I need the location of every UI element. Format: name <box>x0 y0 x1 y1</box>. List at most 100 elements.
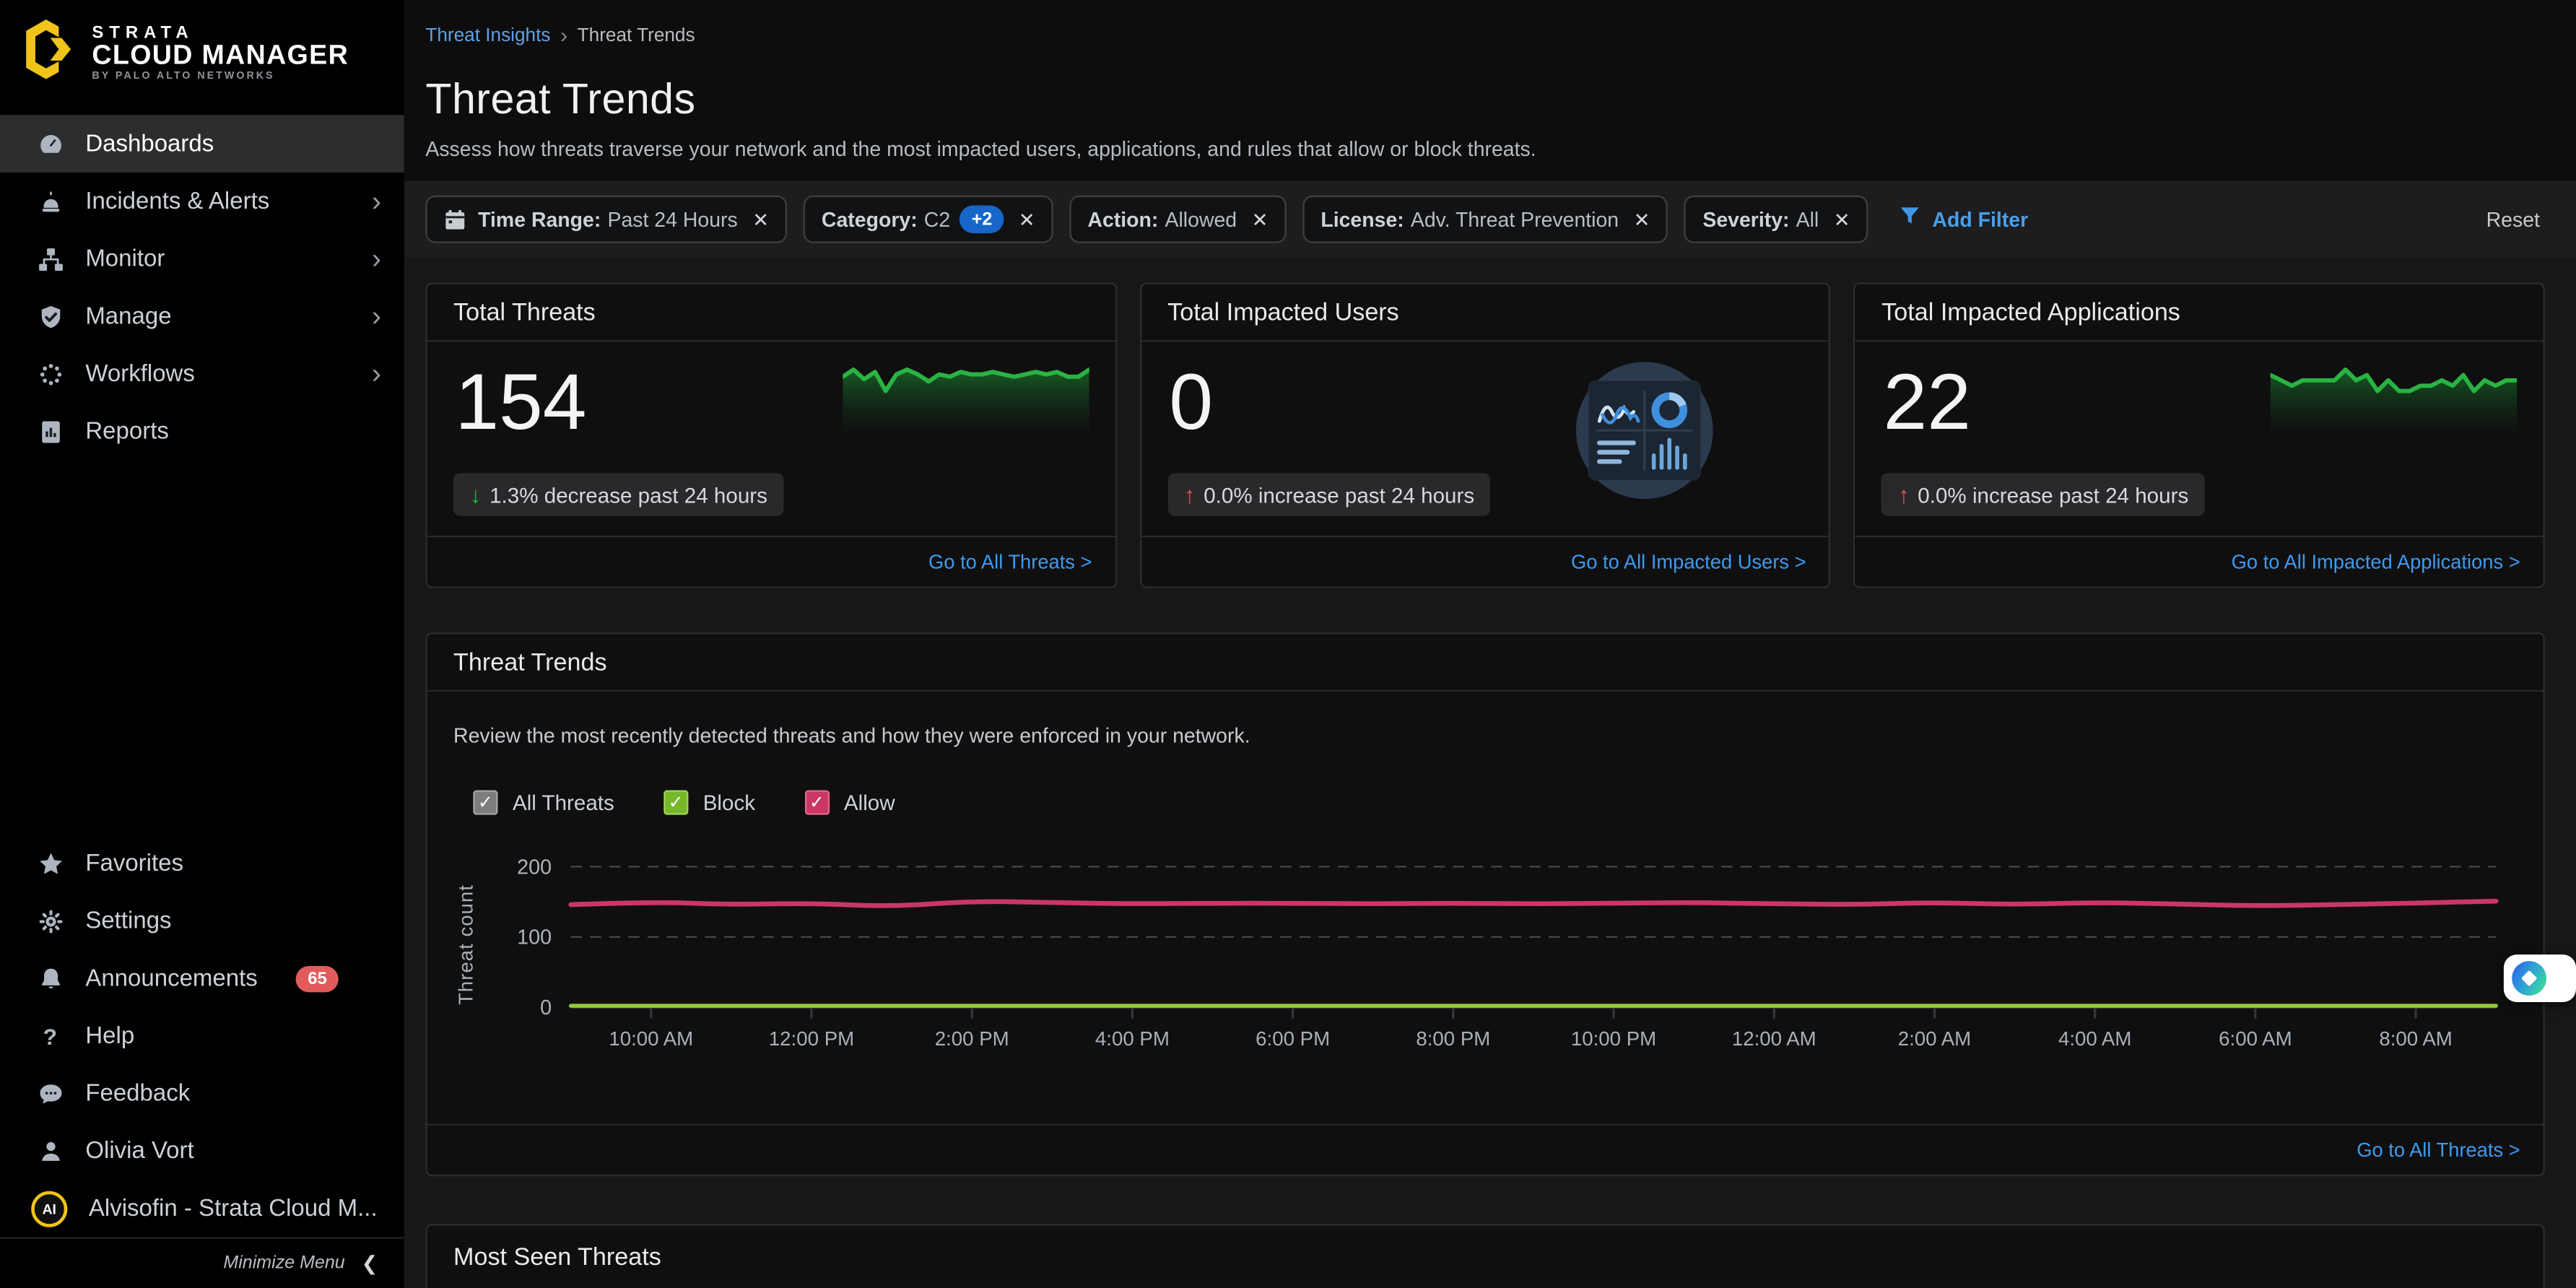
filter-chip-time-range[interactable]: Time Range: Past 24 Hours <box>425 196 787 243</box>
sidebar-item-settings[interactable]: Settings <box>0 892 404 950</box>
legend-label: Block <box>703 791 755 815</box>
legend-block-checkbox[interactable]: Block <box>663 791 755 815</box>
sidebar-item-label: Incidents & Alerts <box>85 188 362 214</box>
sidebar-item-favorites[interactable]: Favorites <box>0 835 404 892</box>
svg-text:6:00 PM: 6:00 PM <box>1256 1027 1330 1050</box>
svg-text:10:00 PM: 10:00 PM <box>1571 1027 1656 1050</box>
filter-label: License: <box>1320 208 1404 231</box>
total-impacted-users-card: Total Impacted Users 0 <box>1139 282 1830 588</box>
svg-text:12:00 PM: 12:00 PM <box>769 1027 854 1050</box>
sidebar-item-workflows[interactable]: Workflows <box>0 345 404 403</box>
sidebar-item-incidents-alerts[interactable]: Incidents & Alerts <box>0 173 404 230</box>
threats-sparkline-chart <box>843 358 1089 443</box>
minimize-menu-button[interactable]: Minimize Menu <box>0 1237 404 1288</box>
sidebar-nav: Dashboards Incidents & Alerts Monitor Ma… <box>0 115 404 460</box>
svg-text:0: 0 <box>540 996 552 1019</box>
copilot-launcher-button[interactable] <box>2504 954 2576 1002</box>
sidebar-spacer <box>0 460 404 824</box>
kpi-value: 154 <box>455 358 586 448</box>
card-body: 22 ↑ 0.0% increase past 24 hours <box>1855 341 2544 536</box>
close-icon[interactable] <box>1634 208 1650 231</box>
legend-allow-checkbox[interactable]: Allow <box>804 791 895 815</box>
svg-text:200: 200 <box>517 856 552 879</box>
arrow-up-icon: ↑ <box>1898 482 1910 508</box>
go-to-all-impacted-users-link[interactable]: Go to All Impacted Users > <box>1571 550 1806 573</box>
card-title: Threat Trends <box>453 648 607 676</box>
sidebar-item-feedback[interactable]: Feedback <box>0 1065 404 1123</box>
total-threats-card: Total Threats 154 ↓ 1.3% decrease past 2… <box>425 282 1116 588</box>
sidebar-item-announcements[interactable]: Announcements 65 <box>0 949 404 1007</box>
card-footer: Go to All Threats > <box>427 1123 2544 1175</box>
card-title: Most Seen Threats <box>453 1243 661 1271</box>
close-icon[interactable] <box>752 208 769 231</box>
sidebar-item-label: Announcements <box>85 965 296 991</box>
checkbox-checked-icon <box>804 791 829 815</box>
card-header: Total Impacted Applications <box>1855 284 2544 342</box>
sidebar-item-label: Help <box>85 1023 381 1049</box>
strata-logo[interactable]: STRATA CLOUD MANAGER BY PALO ALTO NETWOR… <box>0 0 404 105</box>
svg-text:8:00 AM: 8:00 AM <box>2379 1027 2452 1050</box>
sidebar-item-help[interactable]: ? Help <box>0 1007 404 1065</box>
svg-text:4:00 AM: 4:00 AM <box>2058 1027 2131 1050</box>
svg-text:100: 100 <box>517 926 552 949</box>
sidebar-item-label: Favorites <box>85 850 381 876</box>
filter-chip-license[interactable]: License: Adv. Threat Prevention <box>1302 196 1668 243</box>
close-icon[interactable] <box>1834 208 1850 231</box>
sidebar-item-user-profile[interactable]: Olivia Vort <box>0 1122 404 1180</box>
filter-label: Time Range: <box>478 208 601 231</box>
logo-line3: BY PALO ALTO NETWORKS <box>92 72 349 83</box>
sidebar-item-monitor[interactable]: Monitor <box>0 230 404 288</box>
go-to-all-threats-link[interactable]: Go to All Threats > <box>928 550 1092 573</box>
filter-chip-action[interactable]: Action: Allowed <box>1069 196 1286 243</box>
add-filter-button[interactable]: Add Filter <box>1900 204 2028 234</box>
filter-label: Action: <box>1087 208 1158 231</box>
sidebar-item-tenant[interactable]: AI Alvisofin - Strata Cloud M... <box>0 1180 404 1237</box>
filter-value: Past 24 Hours <box>607 208 737 231</box>
strata-logo-icon <box>14 14 77 92</box>
go-to-all-impacted-applications-link[interactable]: Go to All Impacted Applications > <box>2232 550 2520 573</box>
filter-value: All <box>1796 208 1819 231</box>
change-text: 0.0% increase past 24 hours <box>1918 482 2188 507</box>
bell-icon <box>36 965 64 993</box>
arrow-up-icon: ↑ <box>1184 482 1196 508</box>
filter-chip-severity[interactable]: Severity: All <box>1684 196 1868 243</box>
sidebar-bottom-nav: Favorites Settings Announcements 65 ? He… <box>0 835 404 1237</box>
card-header: Most Seen Threats <box>427 1226 2544 1288</box>
card-body: 154 ↓ 1.3% decrease past 24 hours <box>427 341 1115 536</box>
sidebar-item-reports[interactable]: Reports <box>0 403 404 461</box>
gear-icon <box>36 907 64 935</box>
sidebar-item-dashboards[interactable]: Dashboards <box>0 115 404 173</box>
kpi-card-row: Total Threats 154 ↓ 1.3% decrease past 2… <box>425 282 2544 588</box>
arrow-down-icon: ↓ <box>470 482 482 508</box>
change-indicator: ↑ 0.0% increase past 24 hours <box>1167 473 1491 515</box>
reset-filters-button[interactable]: Reset <box>2486 208 2540 231</box>
card-title: Total Impacted Applications <box>1881 298 2180 326</box>
filter-label: Severity: <box>1702 208 1789 231</box>
go-to-all-threats-link[interactable]: Go to All Threats > <box>2357 1139 2520 1162</box>
total-impacted-applications-card: Total Impacted Applications 22 ↑ 0.0% in… <box>1854 282 2545 588</box>
category-more-badge[interactable]: +2 <box>960 205 1004 233</box>
person-icon <box>36 1137 64 1165</box>
card-footer: Go to All Impacted Applications > <box>1855 536 2544 587</box>
legend-all-threats-checkbox[interactable]: All Threats <box>473 791 614 815</box>
main-content: Threat Insights › Threat Trends Threat T… <box>404 0 2576 1288</box>
card-footer: Go to All Impacted Users > <box>1141 536 1829 587</box>
change-indicator: ↓ 1.3% decrease past 24 hours <box>453 473 784 515</box>
svg-text:4:00 PM: 4:00 PM <box>1095 1027 1170 1050</box>
close-icon[interactable] <box>1252 208 1269 231</box>
strata-cloud-manager-app: STRATA CLOUD MANAGER BY PALO ALTO NETWOR… <box>0 0 2576 1288</box>
breadcrumb-current: Threat Trends <box>578 25 695 45</box>
chart-legend: All Threats Block Allow <box>453 791 2517 815</box>
change-indicator: ↑ 0.0% increase past 24 hours <box>1881 473 2205 515</box>
sidebar-item-manage[interactable]: Manage <box>0 287 404 345</box>
change-text: 0.0% increase past 24 hours <box>1204 482 1474 507</box>
filter-bar: Time Range: Past 24 Hours Category: C2 +… <box>404 180 2576 258</box>
svg-text:2:00 AM: 2:00 AM <box>1898 1027 1971 1050</box>
copilot-icon <box>2512 961 2546 996</box>
breadcrumb-threat-insights[interactable]: Threat Insights <box>425 25 550 45</box>
threat-trends-card: Threat Trends Review the most recently d… <box>425 632 2544 1176</box>
svg-text:2:00 PM: 2:00 PM <box>935 1027 1009 1050</box>
close-icon[interactable] <box>1019 208 1035 231</box>
filter-chip-category[interactable]: Category: C2 +2 <box>804 196 1053 243</box>
star-icon <box>36 849 64 877</box>
